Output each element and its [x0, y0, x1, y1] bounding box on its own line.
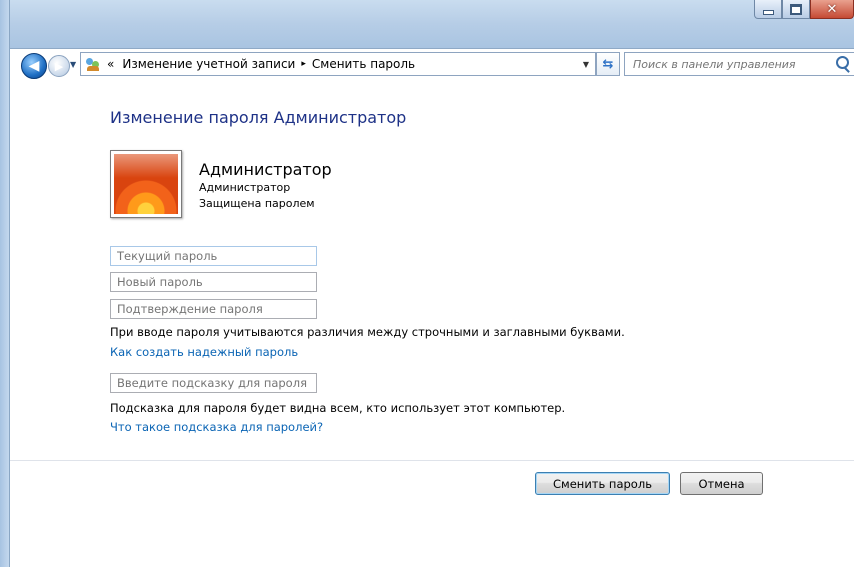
maximize-icon	[790, 3, 802, 15]
divider	[10, 460, 854, 461]
cancel-button[interactable]: Отмена	[680, 472, 763, 495]
title-bar: ✕	[0, 0, 854, 49]
hint-visibility-note: Подсказка для пароля будет видна всем, к…	[110, 401, 566, 415]
breadcrumb: « Изменение учетной записи ▸ Сменить пар…	[107, 57, 415, 71]
window: ✕ ◀ ▶ ▼ « Изменение учетной записи ▸ Сме…	[0, 0, 854, 567]
search-input[interactable]	[631, 56, 825, 72]
search-box[interactable]	[624, 52, 854, 76]
forward-arrow-icon: ▶	[54, 59, 64, 73]
search-icon[interactable]	[836, 56, 849, 69]
user-accounts-icon	[85, 56, 101, 72]
strong-password-link[interactable]: Как создать надежный пароль	[110, 345, 298, 359]
maximize-button[interactable]	[782, 0, 810, 19]
current-password-field[interactable]	[110, 246, 317, 266]
back-button[interactable]: ◀	[21, 53, 47, 79]
user-role: Администратор	[199, 181, 291, 194]
confirm-password-field[interactable]	[110, 299, 317, 319]
window-controls: ✕	[754, 0, 854, 19]
change-password-button[interactable]: Сменить пароль	[535, 472, 670, 495]
password-hint-field[interactable]	[110, 373, 317, 393]
case-sensitivity-note: При вводе пароля учитываются различия ме…	[110, 325, 625, 339]
refresh-icon: ⇆	[602, 56, 614, 72]
back-arrow-icon: ◀	[28, 58, 40, 74]
flower-picture-icon	[114, 154, 178, 214]
new-password-field[interactable]	[110, 272, 317, 292]
close-button[interactable]: ✕	[810, 0, 854, 19]
minimize-button[interactable]	[754, 0, 782, 19]
close-icon: ✕	[826, 1, 838, 17]
recent-pages-dropdown[interactable]: ▼	[70, 60, 76, 69]
window-left-border	[0, 0, 10, 567]
user-name: Администратор	[199, 160, 332, 179]
forward-button[interactable]: ▶	[48, 55, 70, 77]
breadcrumb-separator-icon[interactable]: ▸	[301, 59, 306, 69]
breadcrumb-item-change-password[interactable]: Сменить пароль	[312, 57, 415, 71]
address-dropdown-icon[interactable]: ▼	[583, 60, 589, 69]
password-hint-help-link[interactable]: Что такое подсказка для паролей?	[110, 420, 323, 434]
user-status: Защищена паролем	[199, 197, 315, 210]
refresh-button[interactable]: ⇆	[596, 52, 620, 76]
minimize-icon	[762, 9, 774, 15]
breadcrumb-item-change-account[interactable]: Изменение учетной записи	[122, 57, 295, 71]
page-title: Изменение пароля Администратор	[110, 108, 407, 127]
address-bar[interactable]: « Изменение учетной записи ▸ Сменить пар…	[80, 52, 596, 76]
avatar	[110, 150, 182, 218]
breadcrumb-overflow[interactable]: «	[107, 57, 114, 71]
